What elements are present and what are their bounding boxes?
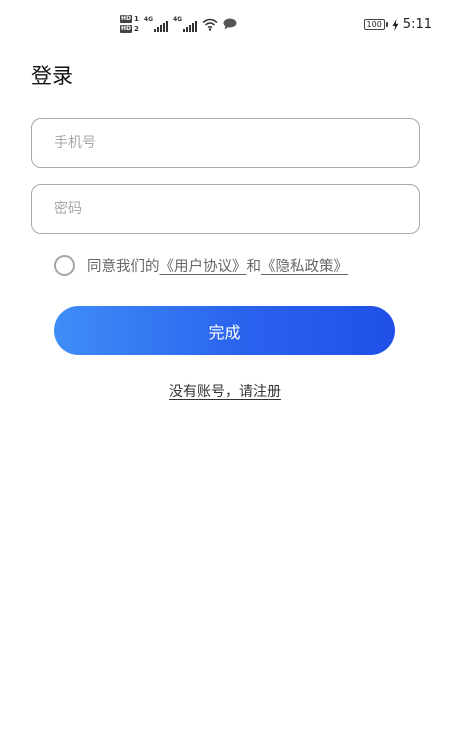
hd-badge-1: HD xyxy=(120,15,133,23)
hd-sim-2: 2 xyxy=(134,25,139,33)
phone-field xyxy=(31,118,420,168)
status-right: 100 5:11 xyxy=(363,17,432,32)
password-field xyxy=(31,184,420,234)
status-left: HD 1 HD 2 4G 4G xyxy=(120,15,237,33)
privacy-policy-link[interactable]: 《隐私政策》 xyxy=(261,259,348,275)
battery-icon: 100 xyxy=(363,19,388,30)
signal-sim-2: 4G xyxy=(173,16,198,32)
agreement-radio[interactable] xyxy=(54,255,75,276)
agreement-row: 同意我们的《用户协议》和《隐私政策》 xyxy=(54,255,348,276)
register-row: 没有账号，请注册 xyxy=(0,381,450,401)
signal-bars-icon xyxy=(183,21,198,32)
hd-indicator-1: HD 1 xyxy=(120,15,139,23)
agreement-and: 和 xyxy=(246,259,262,275)
network-type-2: 4G xyxy=(173,16,183,23)
user-agreement-link[interactable]: 《用户协议》 xyxy=(160,259,247,275)
status-bar: HD 1 HD 2 4G 4G 100 5:11 xyxy=(0,0,450,50)
hd-badge-2: HD xyxy=(120,25,133,33)
phone-input[interactable] xyxy=(32,119,419,167)
signal-sim-1: 4G xyxy=(144,16,168,32)
battery-level: 100 xyxy=(363,19,385,30)
network-type-1: 4G xyxy=(143,16,153,23)
agreement-text: 同意我们的《用户协议》和《隐私政策》 xyxy=(87,255,348,276)
lightning-icon xyxy=(392,18,399,31)
page-title: 登录 xyxy=(31,64,73,88)
signal-bars-icon xyxy=(154,21,168,32)
chat-bubble-icon xyxy=(223,18,237,30)
clock-time: 5:11 xyxy=(402,17,432,32)
hd-indicator-2: HD 2 xyxy=(120,25,139,33)
submit-button[interactable]: 完成 xyxy=(54,306,395,355)
password-input[interactable] xyxy=(32,185,419,233)
hd-indicators: HD 1 HD 2 xyxy=(120,15,139,33)
register-link[interactable]: 没有账号，请注册 xyxy=(169,384,281,400)
hd-sim-1: 1 xyxy=(134,15,139,23)
agreement-prefix: 同意我们的 xyxy=(87,259,160,275)
wifi-icon xyxy=(202,18,218,31)
